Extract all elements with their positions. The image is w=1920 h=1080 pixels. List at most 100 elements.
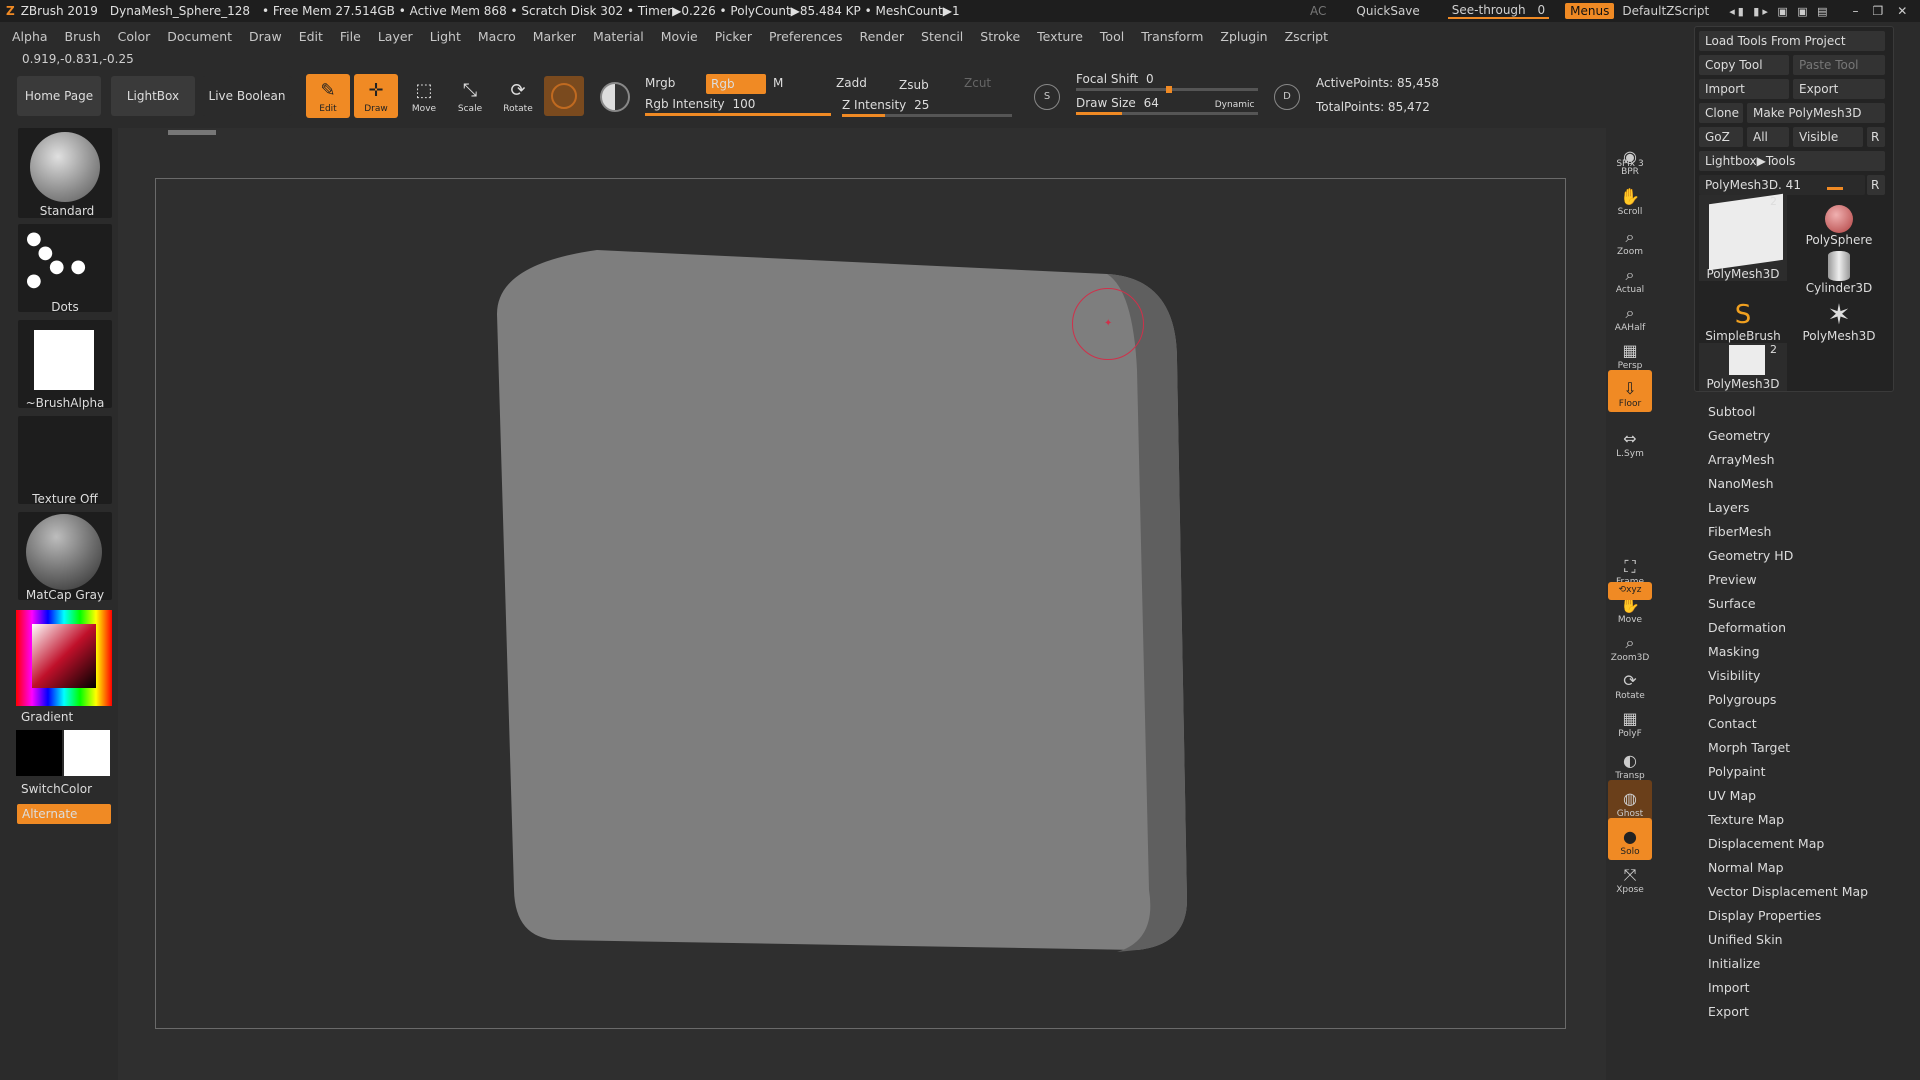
tool-r-button[interactable]: R — [1867, 175, 1885, 195]
z-intensity-slider[interactable]: Z Intensity 25 — [842, 98, 1012, 117]
rail-scroll-button[interactable]: ✋ Scroll — [1608, 178, 1652, 220]
tool-thumb-polymesh3d-2[interactable]: 2 PolyMesh3D — [1699, 343, 1787, 391]
subpalette-geometry-hd[interactable]: Geometry HD — [1708, 544, 1908, 568]
menu-texture[interactable]: Texture — [1037, 29, 1083, 44]
goz-all-button[interactable]: All — [1747, 127, 1789, 147]
color-square[interactable] — [32, 624, 96, 688]
lazy-d-icon[interactable]: D — [1274, 84, 1300, 110]
current-tool-slider[interactable]: PolyMesh3D. 41 — [1699, 175, 1865, 195]
material-thumbnail[interactable] — [18, 512, 112, 600]
rail-rotate-button[interactable]: ⟳ Rotate — [1608, 662, 1652, 704]
menu-stroke[interactable]: Stroke — [980, 29, 1020, 44]
load-tools-button[interactable]: Load Tools From Project — [1699, 31, 1885, 51]
rail-ghost-button[interactable]: ◍ Ghost — [1608, 780, 1652, 822]
switchcolor-button[interactable]: SwitchColor — [21, 782, 92, 796]
import-button[interactable]: Import — [1699, 79, 1789, 99]
rail-zoom-button[interactable]: ⌕ Zoom — [1608, 218, 1652, 260]
half-sphere-icon[interactable] — [600, 82, 630, 112]
rail-solo-button[interactable]: ● Solo — [1608, 818, 1652, 860]
goz-r-button[interactable]: R — [1867, 127, 1885, 147]
lightbox-button[interactable]: LightBox — [111, 76, 195, 116]
subpalette-arraymesh[interactable]: ArrayMesh — [1708, 448, 1908, 472]
alpha-thumbnail[interactable] — [18, 320, 112, 408]
subpalette-layers[interactable]: Layers — [1708, 496, 1908, 520]
draw-size-slider[interactable]: Draw Size 64 Dynamic — [1076, 96, 1258, 115]
draw-button[interactable]: ✛ Draw — [354, 74, 398, 118]
rail-polyf-button[interactable]: ▦ PolyF — [1608, 700, 1652, 742]
subpalette-initialize[interactable]: Initialize — [1708, 952, 1908, 976]
subpalette-deformation[interactable]: Deformation — [1708, 616, 1908, 640]
paste-tool-button[interactable]: Paste Tool — [1793, 55, 1885, 75]
menu-zplugin[interactable]: Zplugin — [1220, 29, 1267, 44]
menu-marker[interactable]: Marker — [533, 29, 576, 44]
subpalette-polygroups[interactable]: Polygroups — [1708, 688, 1908, 712]
menu-light[interactable]: Light — [430, 29, 461, 44]
make-polymesh-button[interactable]: Make PolyMesh3D — [1747, 103, 1885, 123]
subpalette-fibermesh[interactable]: FiberMesh — [1708, 520, 1908, 544]
scale-button[interactable]: ⤡ Scale — [448, 74, 492, 118]
restore-icon[interactable]: ❐ — [1873, 4, 1884, 18]
main-color-swatch[interactable] — [64, 730, 110, 776]
copy-tool-button[interactable]: Copy Tool — [1699, 55, 1789, 75]
subpalette-display-properties[interactable]: Display Properties — [1708, 904, 1908, 928]
subpalette-export[interactable]: Export — [1708, 1000, 1908, 1024]
sculptris-s-icon[interactable]: S — [1034, 84, 1060, 110]
gradient-label[interactable]: Gradient — [21, 710, 73, 724]
quicksave-button[interactable]: QuickSave — [1356, 4, 1419, 18]
home-page-button[interactable]: Home Page — [17, 76, 101, 116]
menu-brush[interactable]: Brush — [65, 29, 101, 44]
menus-toggle[interactable]: Menus — [1565, 3, 1615, 19]
zadd-button[interactable]: Zadd — [836, 76, 867, 90]
menu-stencil[interactable]: Stencil — [921, 29, 963, 44]
clone-button[interactable]: Clone — [1699, 103, 1743, 123]
secondary-color-swatch[interactable] — [16, 730, 62, 776]
mrgb-button[interactable]: Mrgb — [645, 76, 675, 90]
subpalette-subtool[interactable]: Subtool — [1708, 400, 1908, 424]
texture-thumbnail[interactable] — [18, 416, 112, 504]
lightbox-tools-button[interactable]: Lightbox▶Tools — [1699, 151, 1885, 171]
menu-alpha[interactable]: Alpha — [12, 29, 48, 44]
subpalette-nanomesh[interactable]: NanoMesh — [1708, 472, 1908, 496]
menu-picker[interactable]: Picker — [715, 29, 752, 44]
subpalette-geometry[interactable]: Geometry — [1708, 424, 1908, 448]
rail-floor-button[interactable]: ⇩ Floor — [1608, 370, 1652, 412]
stroke-thumbnail[interactable]: ● ● ● ● ● — [18, 224, 112, 312]
live-boolean-button[interactable]: Live Boolean — [202, 76, 292, 116]
rail-aahalf-button[interactable]: ⌕ AAHalf — [1608, 294, 1652, 336]
move-button[interactable]: ⬚ Move — [402, 74, 446, 118]
subpalette-morph-target[interactable]: Morph Target — [1708, 736, 1908, 760]
menu-preferences[interactable]: Preferences — [769, 29, 843, 44]
zcut-button[interactable]: Zcut — [964, 76, 991, 90]
see-through-slider[interactable]: See-through 0 — [1447, 3, 1550, 19]
menu-color[interactable]: Color — [118, 29, 151, 44]
rgb-button[interactable]: Rgb — [706, 74, 766, 94]
ac-label[interactable]: AC — [1310, 4, 1326, 18]
subpalette-vector-displacement-map[interactable]: Vector Displacement Map — [1708, 880, 1908, 904]
rotate-button[interactable]: ⟳ Rotate — [496, 74, 540, 118]
menu-transform[interactable]: Transform — [1141, 29, 1203, 44]
tool-thumb-polymesh3d[interactable]: 2 PolyMesh3D — [1699, 193, 1787, 281]
subpalette-masking[interactable]: Masking — [1708, 640, 1908, 664]
subpalette-surface[interactable]: Surface — [1708, 592, 1908, 616]
alternate-toggle[interactable]: Alternate — [17, 804, 111, 824]
xyz-rotation-toggle[interactable]: ⟲xyz — [1608, 582, 1652, 600]
rail-transp-button[interactable]: ◐ Transp — [1608, 742, 1652, 784]
subpalette-contact[interactable]: Contact — [1708, 712, 1908, 736]
minimize-icon[interactable]: – — [1853, 4, 1859, 18]
rail-persp-button[interactable]: ▦ Persp — [1608, 332, 1652, 374]
subpalette-uv-map[interactable]: UV Map — [1708, 784, 1908, 808]
color-picker[interactable] — [16, 610, 112, 706]
export-button[interactable]: Export — [1793, 79, 1885, 99]
subpalette-unified-skin[interactable]: Unified Skin — [1708, 928, 1908, 952]
close-icon[interactable]: ✕ — [1897, 4, 1907, 18]
edit-button[interactable]: ✎ Edit — [306, 74, 350, 118]
focal-shift-slider[interactable]: Focal Shift 0 — [1076, 72, 1258, 93]
menu-macro[interactable]: Macro — [478, 29, 516, 44]
subpalette-polypaint[interactable]: Polypaint — [1708, 760, 1908, 784]
menu-layer[interactable]: Layer — [378, 29, 413, 44]
subpalette-texture-map[interactable]: Texture Map — [1708, 808, 1908, 832]
menu-render[interactable]: Render — [860, 29, 905, 44]
menu-zscript[interactable]: Zscript — [1285, 29, 1328, 44]
goz-visible-button[interactable]: Visible — [1793, 127, 1863, 147]
tool-thumb-cylinder3d[interactable]: Cylinder3D — [1795, 249, 1883, 295]
